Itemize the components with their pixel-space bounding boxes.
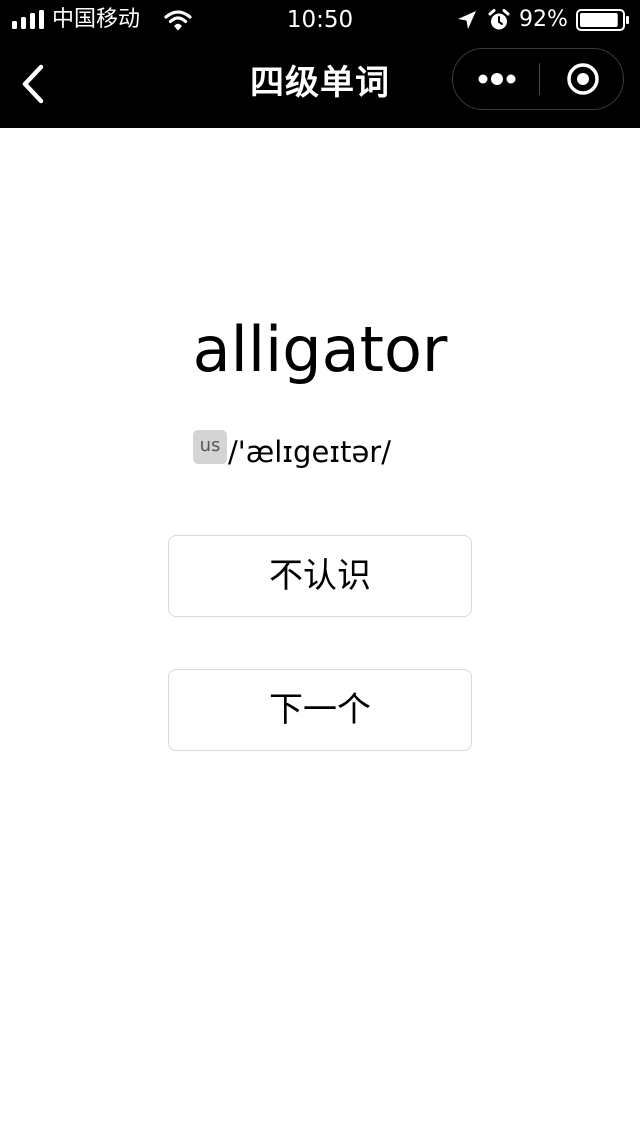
mini-program-capsule [452, 48, 624, 110]
nav-bar: 四级单词 [0, 40, 640, 128]
top-bar: 中国移动 10:50 92% 四级单词 [0, 0, 640, 128]
battery-percent: 92% [519, 7, 568, 32]
us-pronunciation-badge[interactable]: us [193, 430, 227, 464]
vocabulary-word: alligator [192, 313, 448, 386]
more-button[interactable] [453, 49, 539, 109]
more-dots-icon [478, 73, 516, 85]
alarm-icon [488, 9, 510, 30]
target-close-icon [567, 63, 599, 95]
phonetic-transcription: /'ælɪgeɪtər/ [228, 435, 391, 469]
dont-know-button[interactable]: 不认识 [168, 535, 472, 617]
battery-icon [576, 9, 629, 31]
next-word-button[interactable]: 下一个 [168, 669, 472, 751]
close-mini-program-button[interactable] [540, 49, 624, 109]
word-card-screen: 中国移动 10:50 92% 四级单词 alligator us /'ælɪge… [0, 0, 640, 1136]
location-icon [458, 11, 476, 29]
status-bar: 中国移动 10:50 92% [0, 0, 640, 40]
